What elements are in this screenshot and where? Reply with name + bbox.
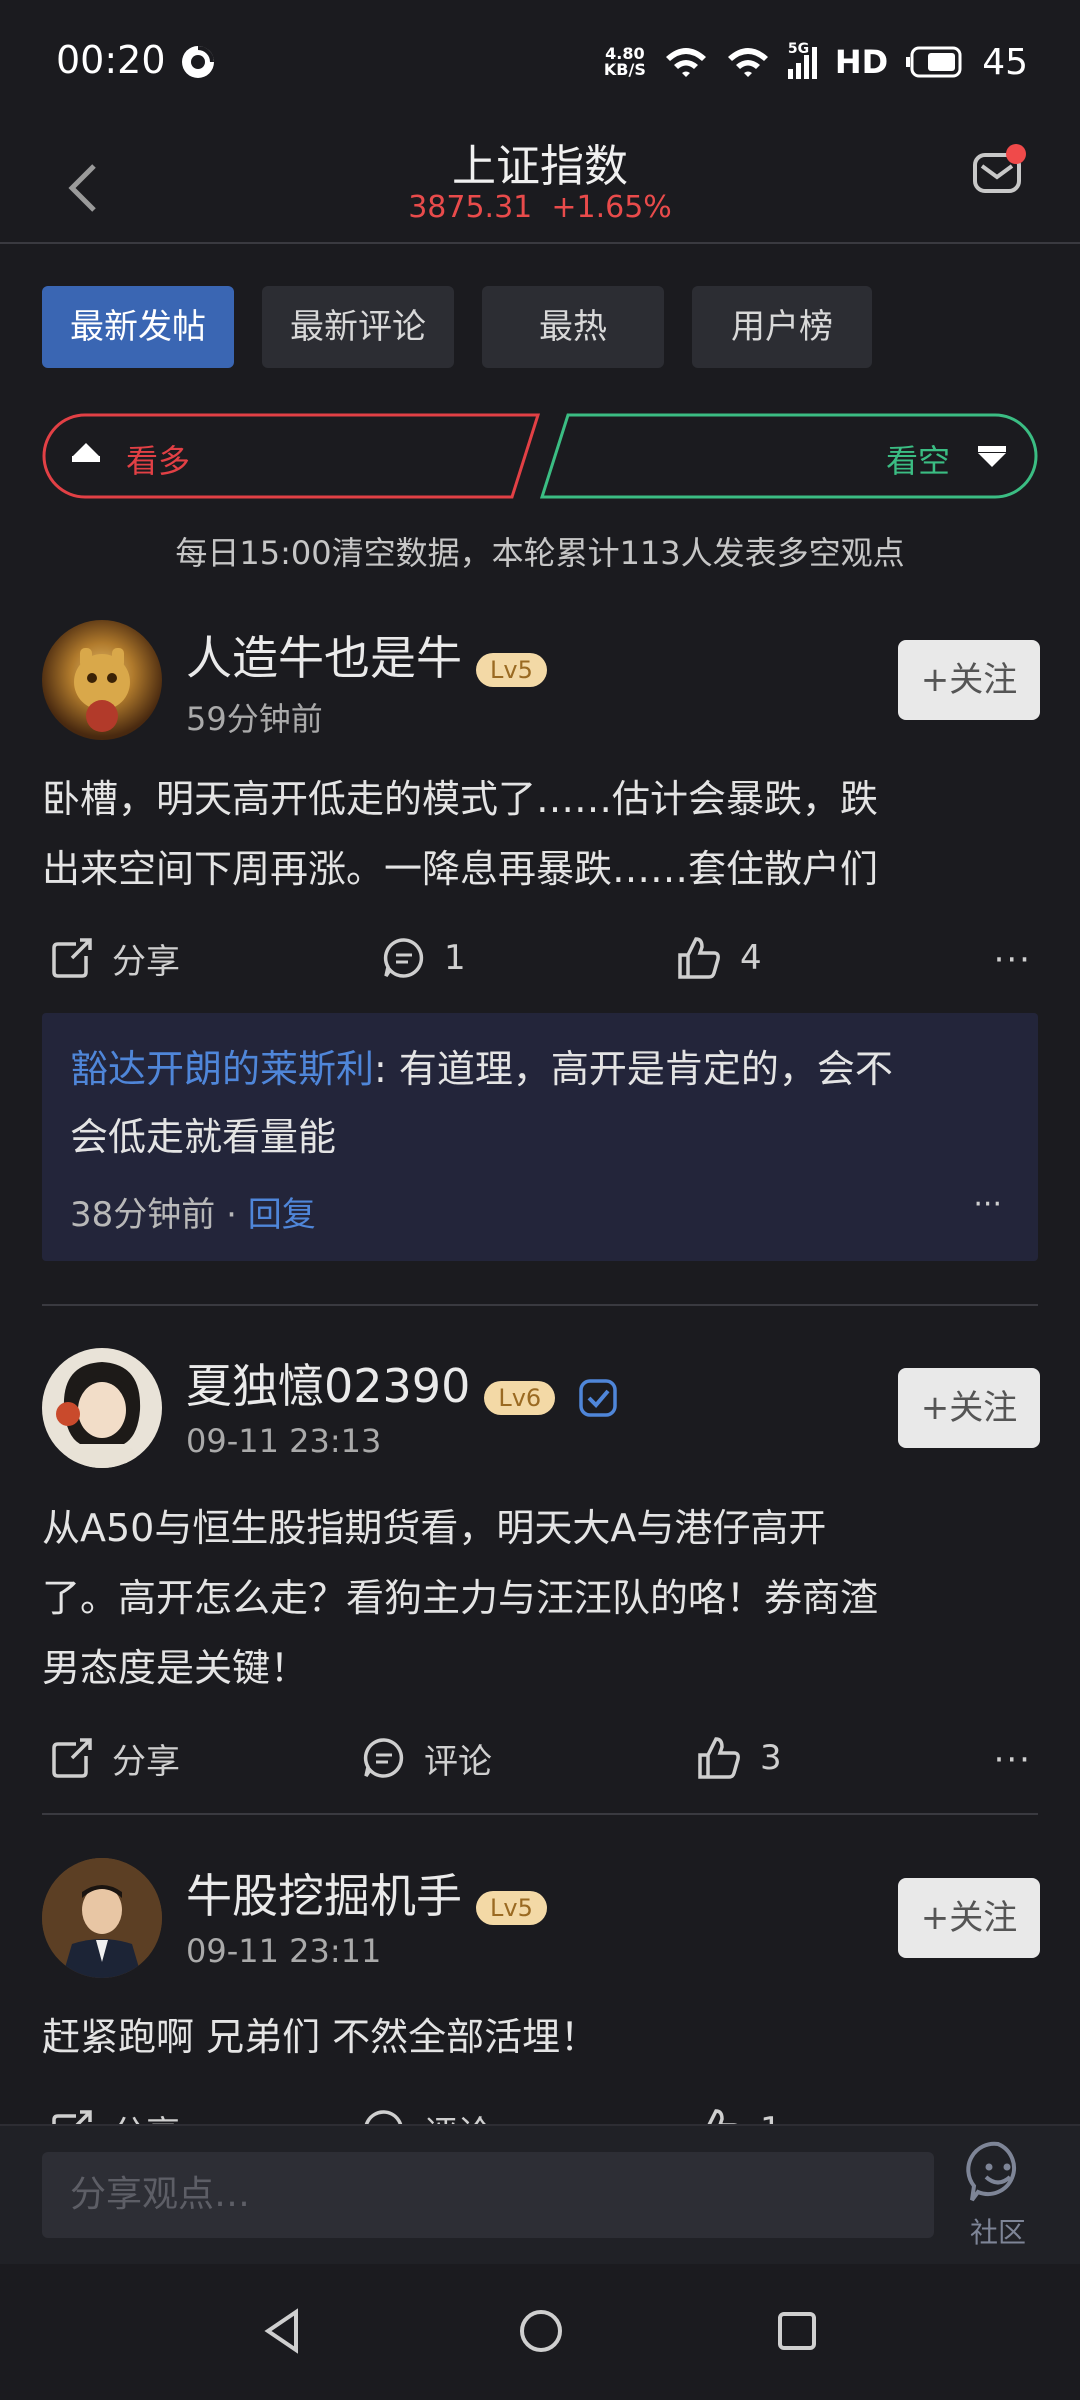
signal-icon: 5G <box>787 41 817 79</box>
post-time: 59分钟前 <box>186 700 323 738</box>
share-button[interactable]: 分享 <box>50 1728 180 1788</box>
post-content[interactable]: 赶紧跑啊 兄弟们 不然全部活埋！ <box>42 2002 1042 2072</box>
comment-icon <box>363 1738 404 1778</box>
reply-meta: 38分钟前 · 回复 <box>70 1195 316 1235</box>
reply-card[interactable]: 豁达开朗的莱斯利: 有道理，高开是肯定的，会不 会低走就看量能 38分钟前 · 回… <box>42 1013 1038 1261</box>
username[interactable]: 人造牛也是牛 <box>186 631 462 685</box>
status-bar: 00:20 4.80 KB/S 5G HD 45 <box>0 0 1080 120</box>
status-icons: 4.80 KB/S 5G HD 45 <box>604 38 1028 86</box>
reply-more-icon[interactable]: ··· <box>973 1187 1002 1222</box>
tab-latest-posts[interactable]: 最新发帖 <box>42 286 234 368</box>
post-content[interactable]: 卧槽，明天高开低走的模式了……估计会暴跌，跌 出来空间下周再涨。一降息再暴跌……套… <box>42 764 1042 904</box>
bear-label: 看空 <box>886 442 951 480</box>
triangle-up-icon <box>72 443 100 457</box>
like-button[interactable]: 4 <box>676 928 762 988</box>
verified-icon <box>579 1378 618 1417</box>
plus-icon: + <box>920 660 950 700</box>
reply-author[interactable]: 豁达开朗的莱斯利 <box>70 1047 374 1091</box>
app-notification-icon <box>182 46 214 78</box>
share-icon <box>52 938 92 978</box>
system-nav-bar <box>0 2264 1080 2400</box>
tab-latest-comments[interactable]: 最新评论 <box>262 286 454 368</box>
post-actions: 分享 评论 3 ··· <box>42 1728 1042 1788</box>
community-button[interactable]: 社区 <box>958 2140 1038 2251</box>
share-icon <box>52 2110 92 2124</box>
thumbs-up-icon <box>698 1737 740 1779</box>
avatar[interactable] <box>42 1858 162 1978</box>
post-actions: 分享 评论 1 <box>42 2096 1042 2124</box>
reply-text: 有道理，高开是肯定的，会不 <box>398 1047 893 1091</box>
username[interactable]: 牛股挖掘机手 <box>186 1869 462 1923</box>
tab-user-ranking[interactable]: 用户榜 <box>692 286 872 368</box>
nav-home-icon[interactable] <box>518 2308 564 2354</box>
index-price: 3875.31 <box>408 190 533 225</box>
wifi-icon <box>665 48 706 77</box>
thumbs-up-icon <box>707 2109 738 2124</box>
unread-badge <box>1006 144 1026 164</box>
share-button[interactable]: 分享 <box>50 2100 180 2124</box>
post-time: 09-11 23:11 <box>186 1932 382 1970</box>
wifi-icon-2 <box>727 48 768 77</box>
plus-icon: + <box>920 1898 950 1938</box>
divider <box>42 1813 1038 1815</box>
more-icon[interactable]: ··· <box>994 940 1032 980</box>
share-opinion-input[interactable]: 分享观点… <box>42 2152 934 2238</box>
share-icon <box>52 1738 92 1778</box>
index-change: +1.65% <box>551 190 672 225</box>
bull-vote-button[interactable] <box>42 413 542 499</box>
comment-button[interactable]: 评论 <box>362 1728 492 1788</box>
filter-tabs: 最新发帖 最新评论 最热 用户榜 <box>42 286 872 368</box>
avatar[interactable] <box>42 620 162 740</box>
thumbs-up-icon <box>678 937 720 979</box>
username[interactable]: 夏独憶02390 <box>186 1359 470 1413</box>
post-content[interactable]: 从A50与恒生股指期货看，明天大A与港仔高开 了。高开怎么走？看狗主力与汪汪队的咯… <box>42 1493 1042 1703</box>
comment-button[interactable]: 评论 <box>362 2100 492 2124</box>
tab-hottest[interactable]: 最热 <box>482 286 664 368</box>
page-title: 上证指数 <box>452 141 628 192</box>
post-actions: 分享 1 4 ··· <box>42 928 1042 988</box>
comment-button[interactable]: 1 <box>382 928 466 988</box>
like-button[interactable]: 1 <box>696 2100 782 2124</box>
net-speed: 4.80 KB/S <box>603 44 646 79</box>
follow-button[interactable]: +关注 <box>898 640 1040 720</box>
nav-back-icon[interactable] <box>262 2308 302 2354</box>
level-badge: Lv6 <box>484 1380 556 1415</box>
share-button[interactable]: 分享 <box>50 928 180 988</box>
bull-label: 看多 <box>126 442 191 480</box>
post-author-row: 人造牛也是牛 Lv5 <box>186 622 547 688</box>
community-label: 社区 <box>969 2216 1026 2249</box>
post-author-row: 夏独憶02390 Lv6 <box>186 1350 618 1418</box>
bear-vote-button[interactable] <box>540 413 1038 499</box>
level-badge: Lv5 <box>476 1890 547 1925</box>
avatar[interactable] <box>42 1348 162 1468</box>
battery-icon <box>906 46 962 78</box>
follow-button[interactable]: +关注 <box>898 1878 1040 1958</box>
triangle-down-icon <box>978 453 1006 467</box>
nav-recents-icon[interactable] <box>776 2310 818 2352</box>
battery-level: 45 <box>982 41 1028 83</box>
index-quote: 3875.31 +1.65% <box>0 190 1080 225</box>
post-time: 09-11 23:13 <box>186 1422 382 1460</box>
divider <box>42 1304 1038 1306</box>
community-icon <box>966 2141 1016 2202</box>
post-author-row: 牛股挖掘机手 Lv5 <box>186 1860 547 1926</box>
like-button[interactable]: 3 <box>696 1728 782 1788</box>
comment-icon <box>364 2110 403 2124</box>
plus-icon: + <box>920 1388 950 1428</box>
vote-notice: 每日15:00清空数据，本轮累计113人发表多空观点 <box>175 534 905 572</box>
hd-indicator: HD <box>834 43 889 81</box>
reply-link[interactable]: 回复 <box>248 1195 316 1235</box>
more-icon[interactable]: ··· <box>994 1740 1032 1780</box>
clock: 00:20 <box>56 38 166 82</box>
follow-button[interactable]: +关注 <box>898 1368 1040 1448</box>
comment-icon <box>383 938 424 978</box>
level-badge: Lv5 <box>476 652 547 687</box>
